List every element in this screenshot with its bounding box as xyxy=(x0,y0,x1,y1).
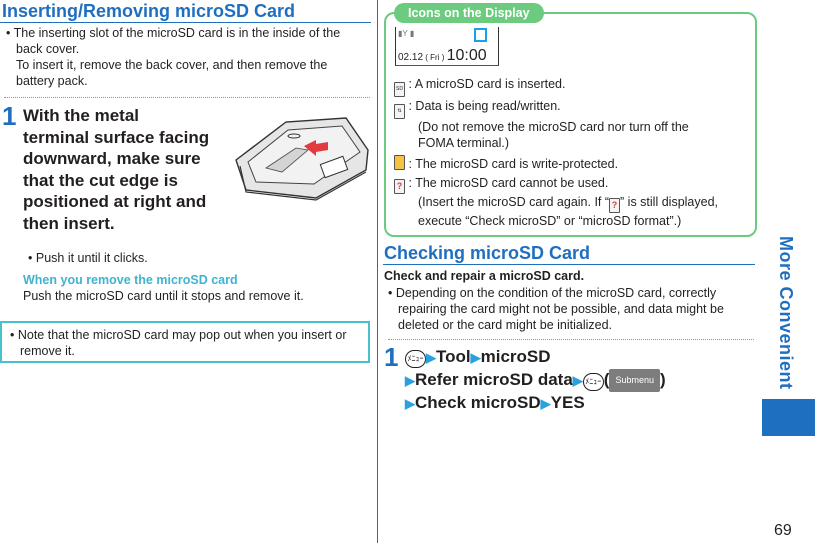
dotted-divider-right xyxy=(388,339,754,340)
arrow-right-icon: ▶ xyxy=(540,396,551,411)
icon-item-inserted: SD : A microSD card is inserted. xyxy=(394,76,749,98)
sd-highlight-icon xyxy=(474,28,487,42)
phone-illustration xyxy=(226,110,372,202)
step-instruction: With the metal terminal surface facing d… xyxy=(23,106,210,233)
arrow-right-icon: ▶ xyxy=(405,372,415,388)
sd-write-protected-icon xyxy=(394,155,405,170)
remove-heading: When you remove the microSD card xyxy=(23,273,238,287)
screen-date: 02.12 xyxy=(398,52,424,63)
step-number-right: 1 xyxy=(384,342,399,372)
submenu-softkey-label: Submenu xyxy=(609,368,660,392)
chapter-tab-marker xyxy=(762,399,815,436)
screen-time: 10:00 xyxy=(446,47,487,64)
icon-item-read-write: ⇅ : Data is being read/written. (Do not … xyxy=(394,98,749,151)
note-text: Note that the microSD card may pop out w… xyxy=(17,328,347,358)
note-box: • Note that the microSD card may pop out… xyxy=(0,321,370,363)
icons-tab-label: Icons on the Display xyxy=(394,3,544,23)
column-divider xyxy=(377,0,378,543)
display-screen-sample: ▮Y ▮ 02.12 ( Fri ) 10:00 xyxy=(395,27,499,66)
arrow-right-icon: ▶ xyxy=(572,372,583,388)
sd-read-write-icon: ⇅ xyxy=(394,104,405,119)
section-title-checking: Checking microSD Card xyxy=(384,243,591,263)
title-underline xyxy=(0,22,371,23)
arrow-right-icon: ▶ xyxy=(470,350,481,365)
step-menu-path: ﾒﾆｭｰ ▶Tool▶microSD ▶Refer microSD data▶ ﾒﾆ… xyxy=(405,347,666,412)
check-lead: Check and repair a microSD card. xyxy=(384,269,585,283)
step-bullet: • Push it until it clicks. xyxy=(28,251,148,265)
chapter-label: More Convenient xyxy=(776,236,796,390)
dotted-divider xyxy=(4,97,370,98)
intro-bullet: • The inserting slot of the microSD card… xyxy=(6,25,368,89)
section-title-inserting: Inserting/Removing microSD Card xyxy=(2,1,296,21)
menu-key-icon: ﾒﾆｭｰ xyxy=(405,350,426,368)
arrow-right-icon: ▶ xyxy=(405,396,415,411)
menu-key-icon: ﾒﾆｭｰ xyxy=(582,372,604,391)
icon-item-unusable: ? : The microSD card cannot be used. (In… xyxy=(394,175,749,229)
title-underline-right xyxy=(383,264,755,265)
check-bullet: • Depending on the condition of the micr… xyxy=(388,286,724,332)
step-number: 1 xyxy=(2,101,17,131)
sd-inserted-icon: SD xyxy=(394,82,405,97)
signal-icon: ▮Y ▮ xyxy=(398,29,415,38)
page-number: 69 xyxy=(774,522,792,539)
intro-bullet-text: The inserting slot of the microSD card i… xyxy=(13,26,341,56)
intro-line2: To insert it, remove the back cover, and… xyxy=(16,58,328,88)
remove-text: Push the microSD card until it stops and… xyxy=(23,289,304,303)
sd-unusable-icon: ? xyxy=(394,179,405,194)
icons-list: SD : A microSD card is inserted. ⇅ : Dat… xyxy=(394,76,749,229)
arrow-right-icon: ▶ xyxy=(426,350,436,365)
screen-day: Fri xyxy=(430,53,440,62)
sd-unusable-inline-icon: ? xyxy=(609,198,621,213)
icon-item-write-protected: : The microSD card is write-protected. xyxy=(394,155,749,175)
